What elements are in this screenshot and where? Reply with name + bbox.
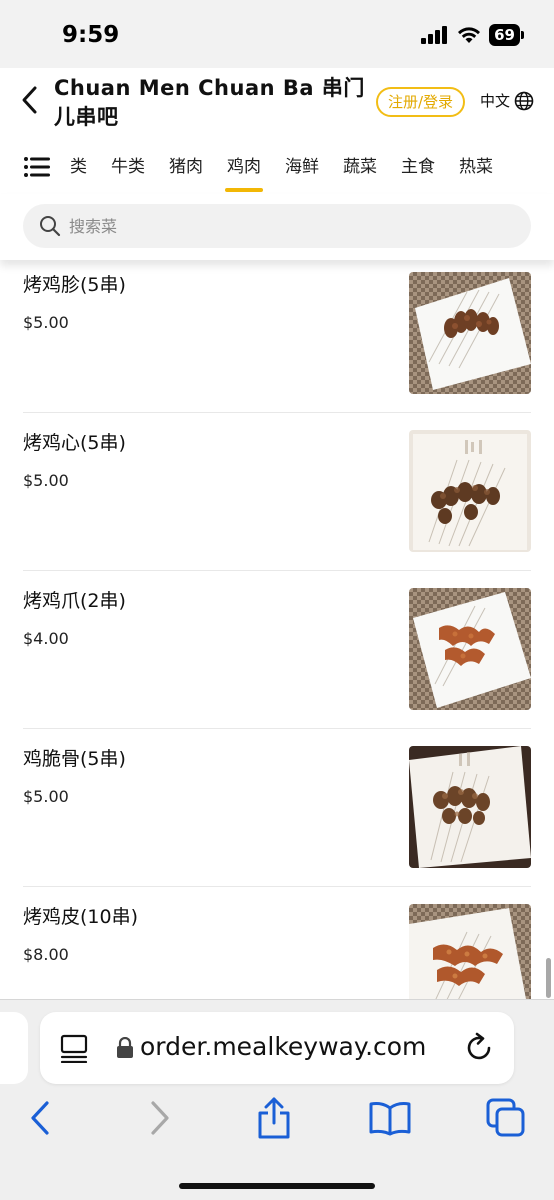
browser-forward-button[interactable]	[138, 1096, 182, 1140]
browser-back-icon	[31, 1101, 49, 1135]
status-time: 9:59	[62, 22, 120, 48]
menu-item-list: 烤鸡胗(5串) $5.00 烤鸡心(5串) $5.00 烤鸡爪(2串) $4.0…	[0, 255, 554, 999]
category-tabs: 类牛类 猪肉 鸡肉 海鲜 蔬菜 主食 热菜	[58, 140, 505, 194]
search-icon	[40, 216, 61, 237]
item-price: $8.00	[23, 945, 69, 964]
back-icon	[22, 86, 37, 114]
share-icon	[258, 1097, 290, 1139]
login-button[interactable]: 注册/登录	[376, 87, 466, 117]
menu-item[interactable]: 鸡脆骨(5串) $5.00	[23, 729, 531, 887]
category-tab[interactable]: 猪肉	[157, 140, 215, 194]
address-bar[interactable]: order.mealkeyway.com	[40, 1012, 514, 1084]
item-price: $5.00	[23, 471, 69, 490]
item-photo[interactable]	[409, 272, 531, 394]
browser-chrome: order.mealkeyway.com	[0, 999, 554, 1200]
item-price: $4.00	[23, 629, 69, 648]
tabs-icon	[486, 1098, 525, 1137]
lock-icon	[117, 1037, 133, 1058]
menu-item[interactable]: 烤鸡皮(10串) $8.00	[23, 887, 531, 999]
category-tab[interactable]: 热菜	[447, 140, 505, 194]
status-icons: 69	[421, 24, 524, 46]
item-price: $5.00	[23, 787, 69, 806]
menu-item[interactable]: 烤鸡胗(5串) $5.00	[23, 255, 531, 413]
menu-item[interactable]: 烤鸡爪(2串) $4.00	[23, 571, 531, 729]
bookmarks-icon	[369, 1102, 411, 1136]
item-photo[interactable]	[409, 746, 531, 868]
category-tab[interactable]: 类	[58, 140, 99, 194]
bookmarks-button[interactable]	[368, 1096, 412, 1140]
item-name: 烤鸡胗(5串)	[23, 274, 126, 296]
item-name: 烤鸡心(5串)	[23, 432, 126, 454]
menu-item[interactable]: 烤鸡心(5串) $5.00	[23, 413, 531, 571]
tabs-button[interactable]	[484, 1096, 528, 1140]
language-label: 中文	[480, 92, 511, 110]
item-photo[interactable]	[409, 430, 531, 552]
menu-icon	[24, 157, 50, 177]
battery-indicator: 69	[489, 24, 524, 46]
category-tab[interactable]: 主食	[389, 140, 447, 194]
home-indicator	[179, 1183, 375, 1189]
category-tab[interactable]: 牛类	[99, 140, 157, 194]
share-button[interactable]	[252, 1096, 296, 1140]
previous-tab-card[interactable]	[0, 1012, 28, 1084]
globe-icon	[514, 91, 534, 110]
reader-icon[interactable]	[60, 1033, 90, 1063]
category-tab[interactable]: 鸡肉	[215, 140, 273, 194]
category-tab[interactable]: 海鲜	[273, 140, 331, 194]
wifi-icon	[458, 27, 481, 43]
browser-back-button[interactable]	[18, 1096, 62, 1140]
back-button[interactable]	[14, 82, 44, 118]
browser-forward-icon	[151, 1101, 169, 1135]
browser-toolbar	[0, 1096, 554, 1146]
header: Chuan Men Chuan Ba 串门儿串吧 注册/登录 中文	[0, 68, 554, 140]
search-box[interactable]	[23, 204, 531, 248]
item-name: 烤鸡皮(10串)	[23, 906, 139, 928]
category-menu-button[interactable]	[18, 148, 58, 188]
restaurant-name: Chuan Men Chuan Ba 串门儿串吧	[54, 76, 365, 129]
category-tab[interactable]: 蔬菜	[331, 140, 389, 194]
status-bar: 9:59 69	[0, 0, 554, 68]
item-price: $5.00	[23, 313, 69, 332]
url-text: order.mealkeyway.com	[140, 1032, 427, 1061]
item-photo[interactable]	[409, 588, 531, 710]
reload-icon[interactable]	[465, 1032, 495, 1064]
scroll-indicator[interactable]	[546, 958, 551, 998]
language-button[interactable]: 中文	[480, 90, 534, 111]
search-section	[0, 194, 554, 260]
signal-icon	[421, 26, 448, 44]
category-bar: 类牛类 猪肉 鸡肉 海鲜 蔬菜 主食 热菜	[0, 140, 554, 194]
search-input[interactable]	[69, 216, 489, 236]
item-photo[interactable]	[409, 904, 531, 999]
item-name: 鸡脆骨(5串)	[23, 748, 126, 770]
item-name: 烤鸡爪(2串)	[23, 590, 126, 612]
